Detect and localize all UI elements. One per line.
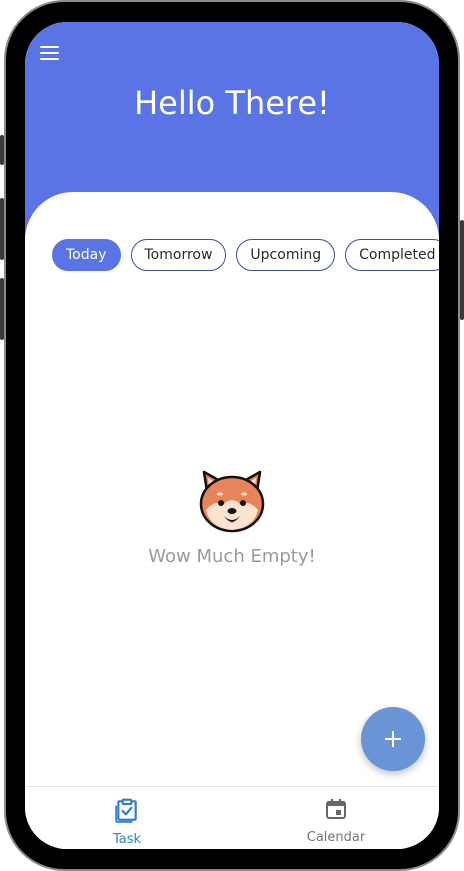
empty-state: Wow Much Empty!: [25, 464, 439, 567]
empty-message: Wow Much Empty!: [148, 546, 316, 567]
nav-item-task[interactable]: Task: [77, 797, 177, 847]
nav-label-task: Task: [112, 832, 142, 847]
menu-icon[interactable]: [39, 44, 61, 62]
phone-side-button: [0, 278, 4, 340]
phone-side-button: [460, 220, 464, 320]
tab-completed[interactable]: Completed: [345, 239, 439, 271]
phone-side-button: [0, 198, 4, 260]
bottom-navigation: Task Calendar: [25, 786, 439, 849]
tab-upcoming[interactable]: Upcoming: [236, 239, 336, 271]
app-screen: Hello There! Today Tomorrow Upcoming Com…: [25, 22, 439, 849]
nav-item-calendar[interactable]: Calendar: [286, 797, 386, 845]
phone-side-button: [0, 135, 4, 165]
nav-label-calendar: Calendar: [306, 830, 366, 845]
filter-tabs: Today Tomorrow Upcoming Completed: [52, 239, 439, 271]
clipboard-check-icon: [115, 798, 137, 823]
tab-today[interactable]: Today: [52, 239, 121, 271]
shiba-dog-icon: [199, 470, 265, 533]
tab-tomorrow[interactable]: Tomorrow: [130, 239, 227, 271]
add-task-button[interactable]: [361, 707, 425, 771]
page-title: Hello There!: [134, 84, 330, 122]
calendar-icon: [326, 799, 346, 819]
plus-icon: [385, 731, 401, 747]
